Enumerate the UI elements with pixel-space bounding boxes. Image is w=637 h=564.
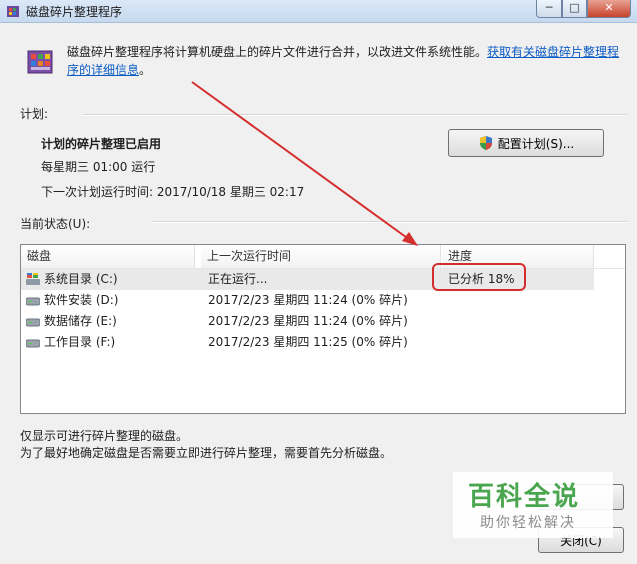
maximize-button[interactable]: □ — [562, 0, 587, 18]
schedule-next-run: 下一次计划运行时间: 2017/10/18 星期三 02:17 — [41, 185, 305, 199]
last-run: 2017/2/23 星期四 11:24 (0% 碎片) — [208, 314, 408, 328]
schedule-status: 计划的碎片整理已启用 — [41, 137, 162, 151]
disk-name: 软件安装 (D:) — [44, 293, 119, 307]
intro-suffix: 。 — [139, 63, 152, 77]
current-status-label: 当前状态(U): — [20, 217, 91, 231]
disk-name: 工作目录 (F:) — [44, 335, 116, 349]
note-analyze-first: 为了最好地确定磁盘是否需要立即进行碎片整理，需要首先分析磁盘。 — [20, 446, 393, 460]
minimize-button[interactable]: ─ — [536, 0, 562, 18]
system-drive-icon — [26, 273, 40, 285]
column-header-last-run[interactable]: 上一次运行时间 — [201, 245, 441, 268]
last-run: 正在运行... — [208, 272, 268, 286]
schedule-group-label: 计划: — [20, 107, 49, 121]
disk-row-e[interactable]: 数据储存 (E:) 2017/2/23 星期四 11:24 (0% 碎片) — [21, 311, 594, 332]
last-run: 2017/2/23 星期四 11:24 (0% 碎片) — [208, 293, 408, 307]
drive-icon — [26, 339, 40, 348]
window-title: 磁盘碎片整理程序 — [26, 5, 123, 19]
schedule-divider — [83, 114, 627, 116]
watermark-subtitle: 助你轻松解决 — [480, 515, 576, 531]
configure-schedule-label: 配置计划(S)... — [497, 136, 575, 151]
column-header-row: 磁盘 上一次运行时间 进度 — [21, 245, 625, 269]
disk-row-d[interactable]: 软件安装 (D:) 2017/2/23 星期四 11:24 (0% 碎片) — [21, 290, 594, 311]
note-defraggable: 仅显示可进行碎片整理的磁盘。 — [20, 429, 189, 443]
drive-icon — [26, 297, 40, 306]
uac-shield-icon — [479, 136, 492, 150]
status-divider — [152, 221, 627, 223]
disk-row-f[interactable]: 工作目录 (F:) 2017/2/23 星期四 11:25 (0% 碎片) — [21, 332, 594, 353]
defrag-large-icon — [27, 50, 53, 74]
disk-name: 数据储存 (E:) — [44, 314, 117, 328]
column-header-disk[interactable]: 磁盘 — [21, 245, 195, 268]
disk-name: 系统目录 (C:) — [44, 272, 118, 286]
drive-icon — [26, 318, 40, 327]
intro-description: 磁盘碎片整理程序将计算机硬盘上的碎片文件进行合并，以改进文件系统性能。 — [67, 45, 488, 59]
progress-highlight-box — [432, 263, 526, 291]
schedule-frequency: 每星期三 01:00 运行 — [41, 160, 156, 174]
watermark-title: 百科全说 — [468, 482, 581, 512]
configure-schedule-button[interactable]: 配置计划(S)... — [448, 129, 604, 157]
intro-text: 磁盘碎片整理程序将计算机硬盘上的碎片文件进行合并，以改进文件系统性能。获取有关磁… — [67, 43, 627, 79]
close-window-button[interactable]: ✕ — [587, 0, 631, 18]
disk-list[interactable]: 磁盘 上一次运行时间 进度 系统目录 (C:) 正在运行... 已分析 18% … — [20, 244, 626, 414]
defrag-app-icon — [7, 6, 19, 17]
last-run: 2017/2/23 星期四 11:25 (0% 碎片) — [208, 335, 408, 349]
